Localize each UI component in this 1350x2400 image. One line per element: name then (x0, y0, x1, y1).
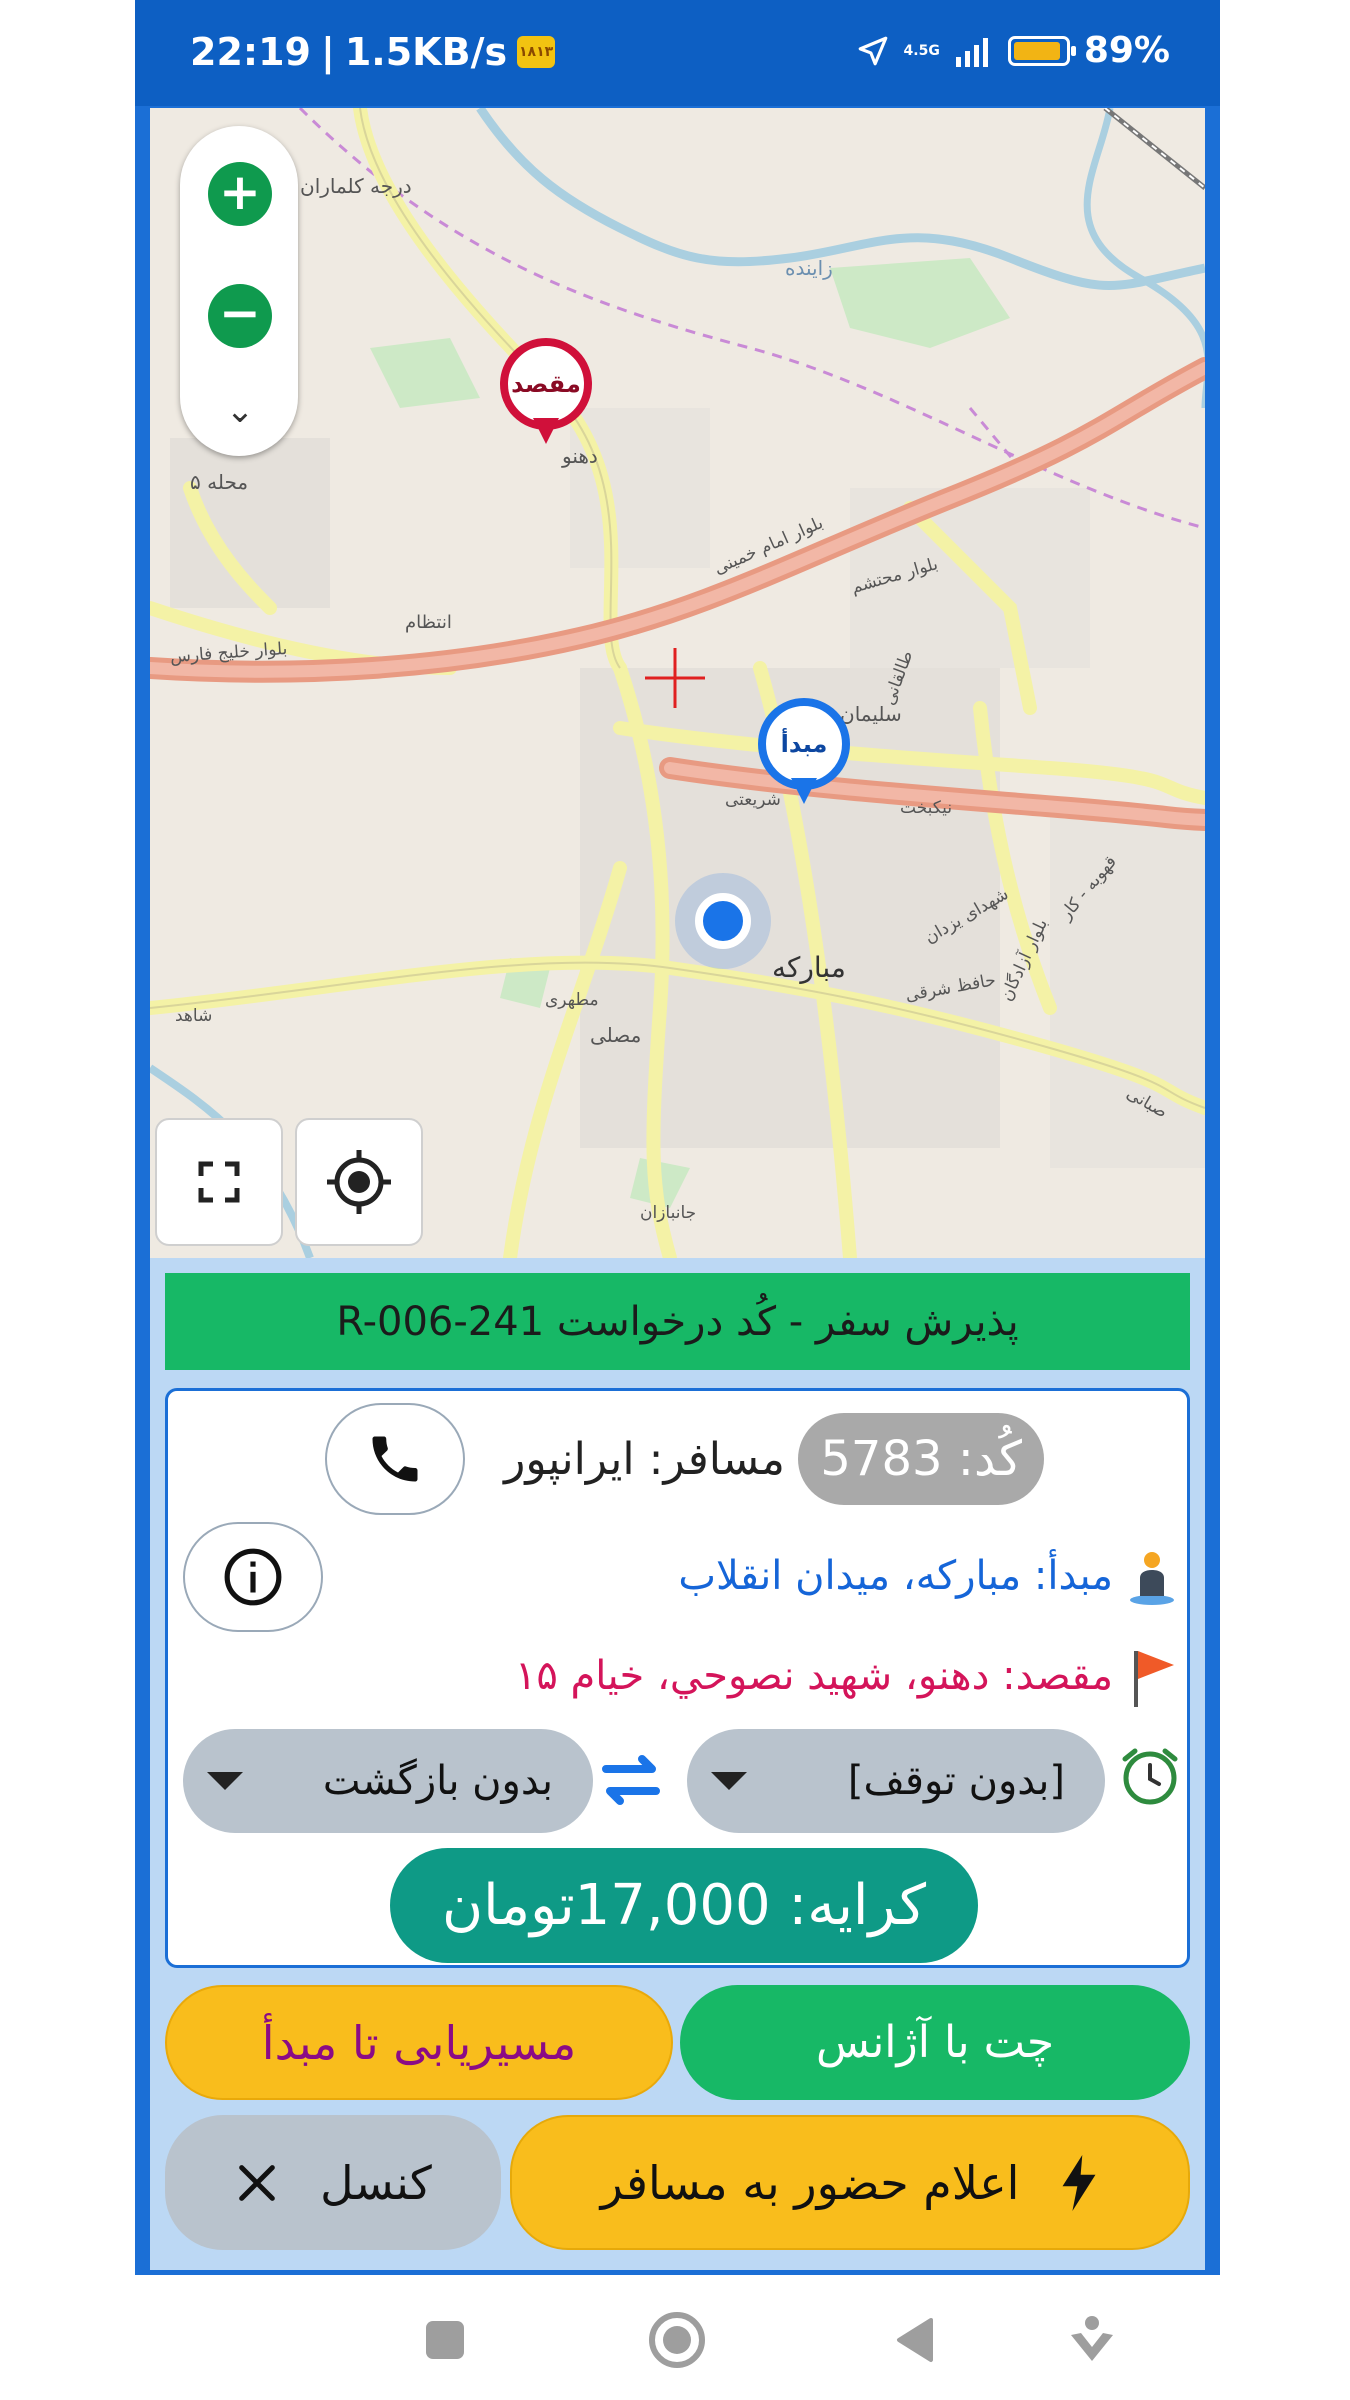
info-button[interactable] (183, 1522, 323, 1632)
my-location-button[interactable] (295, 1118, 423, 1246)
system-nav-bar (0, 2280, 1350, 2400)
swap-icon[interactable] (596, 1747, 666, 1813)
destination-row: مقصد: دهنو، شهيد نصوحي، خيام ۱۵ (515, 1636, 1187, 1716)
status-right: 4.5G 89% (856, 30, 1170, 71)
map-base (150, 108, 1205, 1258)
return-select[interactable]: بدون بازگشت (183, 1729, 593, 1833)
return-select-value: بدون بازگشت (322, 1758, 553, 1804)
battery-icon (1007, 35, 1076, 66)
route-to-origin-label: مسیریابی تا مبدأ (261, 2015, 577, 2070)
map-label: زاینده (785, 256, 833, 280)
cancel-button[interactable]: کنسل (165, 2115, 501, 2250)
chat-with-agency-label: چت با آژانس (815, 2017, 1055, 2068)
minus-icon[interactable]: − (208, 284, 272, 348)
home-button[interactable] (647, 2310, 707, 2370)
map-label: مطهری (545, 990, 599, 1010)
back-triangle-icon (897, 2318, 933, 2362)
phone-icon (372, 1436, 418, 1482)
my-location-icon (327, 1150, 391, 1214)
map-label: مصلی (590, 1023, 642, 1047)
map-label: محله ۵ (190, 470, 249, 494)
map-label: جانبازان (640, 1203, 697, 1223)
cancel-label: کنسل (320, 2155, 432, 2210)
map-view[interactable]: درجه کلماران زاینده دهنو محله ۵ بلوار ام… (150, 108, 1205, 1258)
info-icon (224, 1548, 282, 1606)
download-person-icon (1071, 2316, 1113, 2361)
dropdown-caret-icon (711, 1772, 747, 1790)
person-pin-icon (1117, 1541, 1187, 1611)
map-label: مبارکه (772, 951, 846, 984)
stop-select-value: [بدون توقف] (847, 1758, 1065, 1804)
map-label: انتظام (405, 612, 452, 633)
announce-arrival-label: اعلام حضور به مسافر (600, 2155, 1020, 2210)
status-speed: 1.5KB/s (344, 30, 508, 74)
status-left: 22:19 | 1.5KB/s ۱۸۱۳ (190, 30, 556, 74)
app-notification-icon: ۱۸۱۳ (517, 36, 556, 68)
home-circle-icon (649, 2312, 705, 2368)
call-passenger-button[interactable] (325, 1403, 465, 1515)
announce-arrival-button[interactable]: اعلام حضور به مسافر (510, 2115, 1190, 2250)
map-label: شاهد (175, 1006, 213, 1026)
stop-select[interactable]: [بدون توقف] (687, 1729, 1105, 1833)
fare-badge: کرایه: 17,000تومان (390, 1848, 978, 1963)
map-label: درجه کلماران (300, 174, 412, 198)
destination-pin-label: مقصد (500, 338, 592, 430)
destination-pin[interactable]: مقصد (500, 338, 592, 448)
close-icon (239, 2164, 275, 2201)
trip-panel: پذیرش سفر - کُد درخواست R-006-241 کُد: 5… (150, 1258, 1205, 2270)
current-location-marker (695, 893, 751, 949)
status-time: 22:19 (190, 30, 311, 74)
clock-icon (1122, 1748, 1178, 1805)
square-icon (426, 2321, 464, 2359)
zoom-controls: + − ⌄ (180, 126, 298, 456)
bolt-icon (1062, 2154, 1096, 2211)
request-title: پذیرش سفر - کُد درخواست R-006-241 (165, 1273, 1190, 1370)
chat-with-agency-button[interactable]: چت با آژانس (680, 1985, 1190, 2100)
passenger-name: مسافر: ایرانپور (504, 1433, 785, 1485)
origin-pin-label: مبدأ (758, 698, 850, 790)
phone-frame: 22:19 | 1.5KB/s ۱۸۱۳ 4.5G 89% درجه کلمار… (135, 0, 1220, 2275)
signal-icon (955, 37, 988, 67)
flag-icon (1117, 1641, 1187, 1711)
chevron-down-icon[interactable]: ⌄ (222, 394, 258, 428)
map-label: نیکبخت (900, 798, 953, 818)
origin-text: مبدأ: مبارکه، میدان انقلاب (678, 1553, 1113, 1599)
route-to-origin-button[interactable]: مسیریابی تا مبدأ (165, 1985, 673, 2100)
battery-percent: 89% (1083, 30, 1170, 71)
recents-button[interactable] (415, 2310, 475, 2370)
accessibility-button[interactable] (1062, 2310, 1122, 2370)
plus-icon[interactable]: + (208, 162, 272, 226)
status-separator: | (320, 30, 335, 74)
origin-row: مبدأ: مبارکه، میدان انقلاب (678, 1536, 1187, 1616)
status-bar: 22:19 | 1.5KB/s ۱۸۱۳ 4.5G 89% (135, 0, 1220, 106)
fullscreen-button[interactable] (155, 1118, 283, 1246)
dropdown-caret-icon (207, 1772, 243, 1790)
origin-pin[interactable]: مبدأ (758, 698, 850, 808)
passenger-code-badge: کُد: 5783 (798, 1413, 1044, 1505)
location-arrow-icon (858, 36, 887, 65)
trip-card: کُد: 5783 مسافر: ایرانپور مبدأ: مبارکه، … (165, 1388, 1190, 1968)
back-button[interactable] (885, 2310, 945, 2370)
fullscreen-icon (198, 1161, 240, 1203)
destination-text: مقصد: دهنو، شهيد نصوحي، خيام ۱۵ (514, 1653, 1113, 1699)
network-type: 4.5G (903, 42, 940, 59)
